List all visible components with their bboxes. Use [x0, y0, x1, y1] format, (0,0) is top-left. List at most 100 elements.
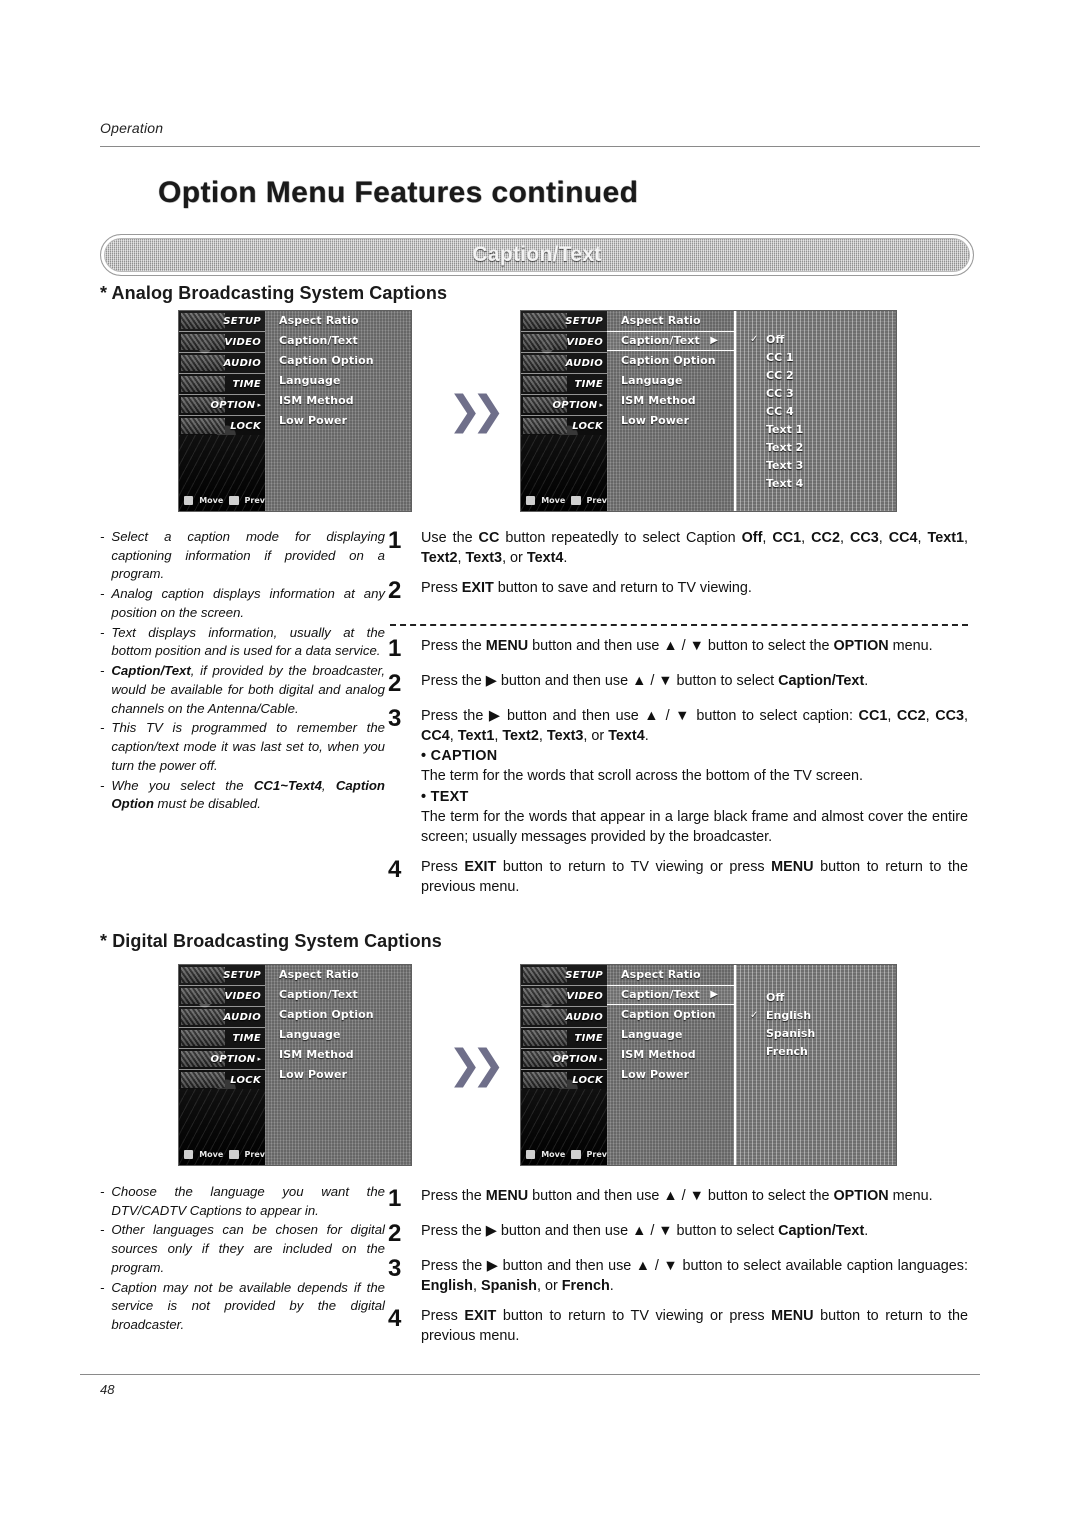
osd-menu-item[interactable]: Aspect Ratio	[265, 965, 411, 985]
osd-icon-lock[interactable]: LOCK	[179, 416, 265, 437]
osd-menu-item[interactable]: ISM Method	[607, 391, 734, 411]
osd-submenu-option[interactable]: ✓ English	[736, 1007, 896, 1025]
section-banner-label: Caption/Text	[472, 243, 602, 266]
step-number: 1	[388, 1185, 402, 1212]
osd-menu-item[interactable]: Language	[265, 371, 411, 391]
osd-submenu-option[interactable]: Text 4	[736, 475, 896, 493]
osd-menu-item[interactable]: Language	[265, 1025, 411, 1045]
osd-menu-item[interactable]: Language	[607, 1025, 734, 1045]
step-text: Press EXIT button to return to TV viewin…	[421, 1308, 968, 1345]
osd-icon-label: LOCK	[230, 1074, 261, 1086]
osd-submenu-option[interactable]: Text 1	[736, 421, 896, 439]
osd-menu-item[interactable]: ISM Method	[265, 391, 411, 411]
osd-menu-item[interactable]: Low Power	[607, 1065, 734, 1085]
osd-icon-setup[interactable]: SETUP	[179, 965, 265, 986]
note-text: Caption may not be available depends if …	[111, 1279, 385, 1333]
osd-submenu-option-label: Spanish	[766, 1027, 816, 1040]
osd-nav-prev: Prev	[586, 495, 607, 505]
osd-menu-item[interactable]: Low Power	[607, 411, 734, 431]
osd-digital-main: SETUP VIDEO AUDIO TIME OPTION ▸ LOCK Move Prev…	[178, 964, 412, 1166]
chevron-right-icon: ▸	[257, 1055, 261, 1063]
osd-icon-audio[interactable]: AUDIO	[521, 353, 607, 374]
osd-menu-item[interactable]: Aspect Ratio	[607, 965, 734, 985]
osd-icon-time[interactable]: TIME	[179, 374, 265, 395]
transition-arrow-icon: ❯❯	[448, 388, 505, 434]
osd-menu-item[interactable]: Language	[607, 371, 734, 391]
note-item: - Caption may not be available depends if…	[100, 1279, 385, 1335]
osd-icon-option[interactable]: OPTION ▸	[521, 395, 607, 416]
osd-icon-label: LOCK	[572, 420, 603, 432]
osd-submenu-option[interactable]: CC 4	[736, 403, 896, 421]
osd-submenu-option[interactable]: ✓ Off	[736, 331, 896, 349]
osd-icon-video[interactable]: VIDEO	[179, 332, 265, 353]
osd-icon-thumbnail	[523, 418, 567, 434]
step-number: 1	[388, 635, 402, 662]
osd-menu-item[interactable]: Caption Option	[607, 1005, 734, 1025]
note-bullet: -	[100, 1222, 105, 1238]
osd-menu-item[interactable]: Aspect Ratio	[607, 311, 734, 331]
note-text: Choose the language you want the DTV/CAD…	[111, 1184, 385, 1218]
osd-navbar: Move Prev	[521, 1147, 607, 1161]
note-item: - Other languages can be chosen for digit…	[100, 1221, 385, 1277]
osd-submenu-option-label: CC 4	[766, 405, 794, 418]
osd-icon-video[interactable]: VIDEO	[521, 986, 607, 1007]
note-item: - Choose the language you want the DTV/CA…	[100, 1183, 385, 1220]
page-title: Option Menu Features continued	[158, 176, 639, 209]
manual-page: Operation Option Menu Features continued…	[0, 0, 1080, 1528]
osd-icon-time[interactable]: TIME	[521, 1028, 607, 1049]
osd-icon-label: AUDIO	[223, 357, 261, 369]
osd-icon-option[interactable]: OPTION ▸	[521, 1049, 607, 1070]
osd-menu-item[interactable]: ISM Method	[607, 1045, 734, 1065]
osd-submenu-option-label: Off	[766, 333, 785, 346]
osd-icon-setup[interactable]: SETUP	[521, 965, 607, 986]
osd-icon-lock[interactable]: LOCK	[179, 1070, 265, 1091]
osd-menu-item[interactable]: Caption Option	[607, 351, 734, 371]
osd-submenu-option[interactable]: Text 2	[736, 439, 896, 457]
osd-icon-lock[interactable]: LOCK	[521, 416, 607, 437]
osd-menu-item[interactable]: Low Power	[265, 1065, 411, 1085]
osd-submenu-option[interactable]: French	[736, 1043, 896, 1061]
osd-icon-audio[interactable]: AUDIO	[179, 353, 265, 374]
osd-icon-lock[interactable]: LOCK	[521, 1070, 607, 1091]
note-item: - Caption/Text, if provided by the broadc…	[100, 662, 385, 718]
osd-submenu-option[interactable]: Text 3	[736, 457, 896, 475]
osd-submenu-option[interactable]: Off	[736, 989, 896, 1007]
osd-icon-label: TIME	[574, 378, 603, 390]
chevron-right-icon: ▸	[599, 1055, 603, 1063]
note-bullet: -	[100, 777, 105, 793]
osd-menu-item[interactable]: Aspect Ratio	[265, 311, 411, 331]
osd-icon-setup[interactable]: SETUP	[521, 311, 607, 332]
osd-icon-time[interactable]: TIME	[179, 1028, 265, 1049]
osd-nav-move: Move	[541, 1149, 566, 1159]
osd-icon-option[interactable]: OPTION ▸	[179, 1049, 265, 1070]
osd-icon-audio[interactable]: AUDIO	[179, 1007, 265, 1028]
osd-icon-option[interactable]: OPTION ▸	[179, 395, 265, 416]
osd-icon-video[interactable]: VIDEO	[179, 986, 265, 1007]
osd-menu-item[interactable]: Caption/Text ▶	[607, 985, 734, 1005]
osd-analog-submenu: SETUP VIDEO AUDIO TIME OPTION ▸ LOCK Move Prev…	[520, 310, 897, 512]
osd-submenu-spacer	[736, 965, 896, 989]
transition-arrow-icon: ❯❯	[448, 1042, 505, 1088]
osd-menu-column: Aspect Ratio Caption/Text Caption Option La…	[265, 311, 411, 511]
osd-icon-label: TIME	[232, 1032, 261, 1044]
osd-menu-item[interactable]: Caption/Text ▶	[607, 331, 734, 351]
osd-menu-item[interactable]: Caption Option	[265, 1005, 411, 1025]
osd-icon-audio[interactable]: AUDIO	[521, 1007, 607, 1028]
osd-submenu-option[interactable]: CC 2	[736, 367, 896, 385]
osd-icon-time[interactable]: TIME	[521, 374, 607, 395]
osd-menu-item[interactable]: Caption/Text	[265, 331, 411, 351]
osd-menu-item[interactable]: Low Power	[265, 411, 411, 431]
instruction-step: 1 Press the MENU button and then use ▲ / …	[388, 1186, 968, 1211]
osd-submenu-option-label: English	[766, 1009, 812, 1022]
osd-menu-item[interactable]: ISM Method	[265, 1045, 411, 1065]
osd-icon-video[interactable]: VIDEO	[521, 332, 607, 353]
osd-icon-column: SETUP VIDEO AUDIO TIME OPTION ▸ LOCK Move Prev	[521, 965, 607, 1165]
osd-icon-thumbnail	[523, 1072, 567, 1088]
osd-submenu-option[interactable]: Spanish	[736, 1025, 896, 1043]
osd-submenu-option[interactable]: CC 1	[736, 349, 896, 367]
osd-menu-item[interactable]: Caption/Text	[265, 985, 411, 1005]
step-text: Press the ▶ button and then use ▲ / ▼ bu…	[421, 706, 968, 847]
osd-menu-item[interactable]: Caption Option	[265, 351, 411, 371]
osd-icon-setup[interactable]: SETUP	[179, 311, 265, 332]
osd-submenu-option[interactable]: CC 3	[736, 385, 896, 403]
